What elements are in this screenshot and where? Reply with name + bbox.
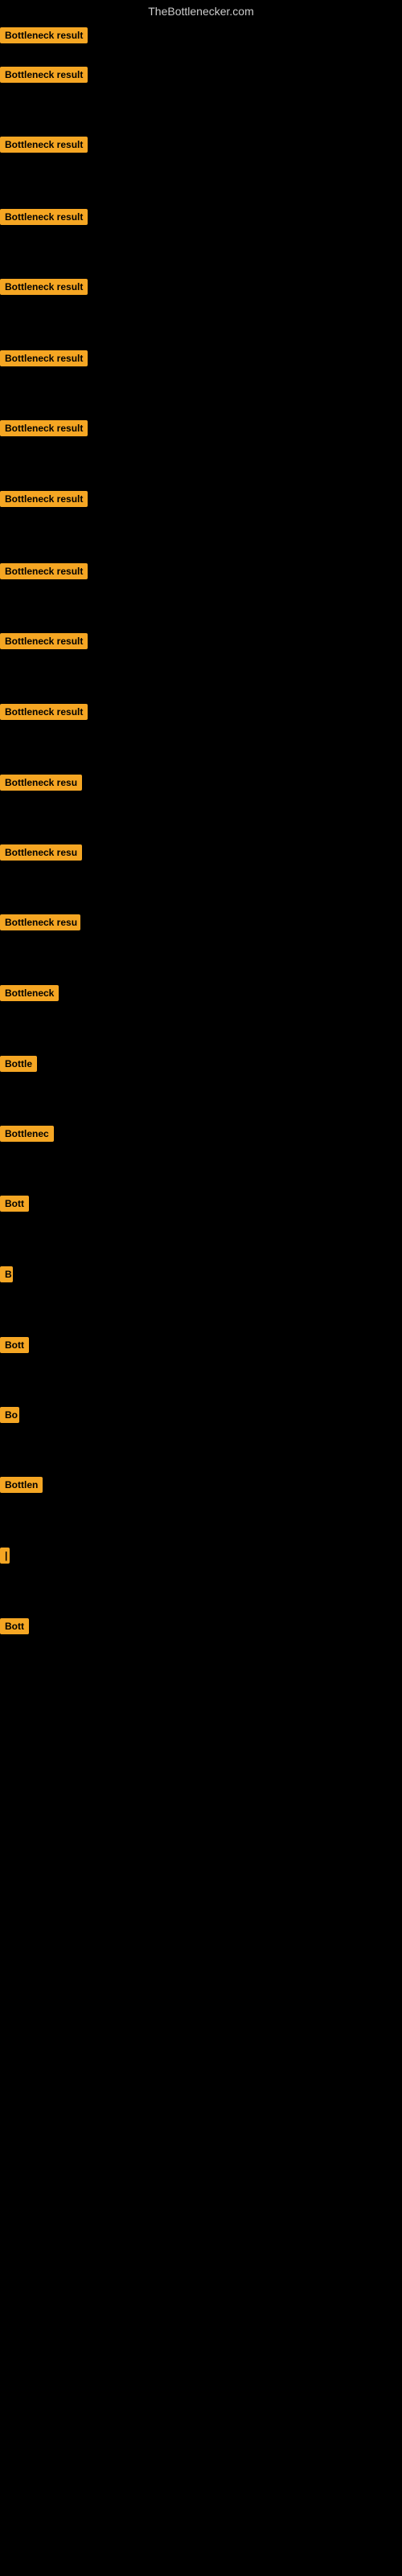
bottleneck-badge-label-24: Bott	[0, 1618, 29, 1634]
bottleneck-badge-1[interactable]: Bottleneck result	[0, 27, 88, 47]
bottleneck-badge-20[interactable]: Bott	[0, 1337, 29, 1357]
bottleneck-badge-16[interactable]: Bottle	[0, 1056, 37, 1076]
bottleneck-badge-label-14: Bottleneck resu	[0, 914, 80, 930]
bottleneck-badge-label-2: Bottleneck result	[0, 67, 88, 83]
bottleneck-badge-22[interactable]: Bottlen	[0, 1477, 43, 1497]
bottleneck-badge-label-1: Bottleneck result	[0, 27, 88, 43]
bottleneck-badge-13[interactable]: Bottleneck resu	[0, 844, 82, 865]
bottleneck-badge-label-12: Bottleneck resu	[0, 775, 82, 791]
bottleneck-badge-label-22: Bottlen	[0, 1477, 43, 1493]
bottleneck-badge-12[interactable]: Bottleneck resu	[0, 775, 82, 795]
bottleneck-badge-label-18: Bott	[0, 1196, 29, 1212]
bottleneck-badge-label-11: Bottleneck result	[0, 704, 88, 720]
bottleneck-badge-17[interactable]: Bottlenec	[0, 1126, 54, 1146]
bottleneck-badge-label-16: Bottle	[0, 1056, 37, 1072]
bottleneck-badge-6[interactable]: Bottleneck result	[0, 350, 88, 370]
bottleneck-badge-label-20: Bott	[0, 1337, 29, 1353]
bottleneck-badge-21[interactable]: Bo	[0, 1407, 19, 1427]
bottleneck-badge-label-17: Bottlenec	[0, 1126, 54, 1142]
bottleneck-badge-9[interactable]: Bottleneck result	[0, 563, 88, 583]
bottleneck-badge-label-13: Bottleneck resu	[0, 844, 82, 861]
bottleneck-badge-label-5: Bottleneck result	[0, 279, 88, 295]
bottleneck-badge-label-8: Bottleneck result	[0, 491, 88, 507]
bottleneck-badge-8[interactable]: Bottleneck result	[0, 491, 88, 511]
bottleneck-badge-label-15: Bottleneck	[0, 985, 59, 1001]
bottleneck-badge-4[interactable]: Bottleneck result	[0, 209, 88, 229]
bottleneck-badge-11[interactable]: Bottleneck result	[0, 704, 88, 724]
bottleneck-badge-23[interactable]: |	[0, 1548, 10, 1568]
bottleneck-badge-5[interactable]: Bottleneck result	[0, 279, 88, 299]
bottleneck-badge-14[interactable]: Bottleneck resu	[0, 914, 80, 934]
bottleneck-badge-label-6: Bottleneck result	[0, 350, 88, 366]
bottleneck-badge-18[interactable]: Bott	[0, 1196, 29, 1216]
bottleneck-badge-3[interactable]: Bottleneck result	[0, 137, 88, 157]
bottleneck-badge-7[interactable]: Bottleneck result	[0, 420, 88, 440]
bottleneck-badge-label-4: Bottleneck result	[0, 209, 88, 225]
bottleneck-badge-label-21: Bo	[0, 1407, 19, 1423]
bottleneck-badge-2[interactable]: Bottleneck result	[0, 67, 88, 87]
bottleneck-badge-19[interactable]: B	[0, 1266, 13, 1286]
bottleneck-badge-label-19: B	[0, 1266, 13, 1282]
bottleneck-badge-label-7: Bottleneck result	[0, 420, 88, 436]
bottleneck-badge-label-23: |	[0, 1548, 10, 1564]
bottleneck-badge-label-9: Bottleneck result	[0, 563, 88, 579]
bottleneck-badge-label-3: Bottleneck result	[0, 137, 88, 153]
bottleneck-badge-10[interactable]: Bottleneck result	[0, 633, 88, 653]
bottleneck-badge-15[interactable]: Bottleneck	[0, 985, 59, 1005]
bottleneck-badge-24[interactable]: Bott	[0, 1618, 29, 1638]
bottleneck-badge-label-10: Bottleneck result	[0, 633, 88, 649]
site-title: TheBottlenecker.com	[0, 0, 402, 21]
